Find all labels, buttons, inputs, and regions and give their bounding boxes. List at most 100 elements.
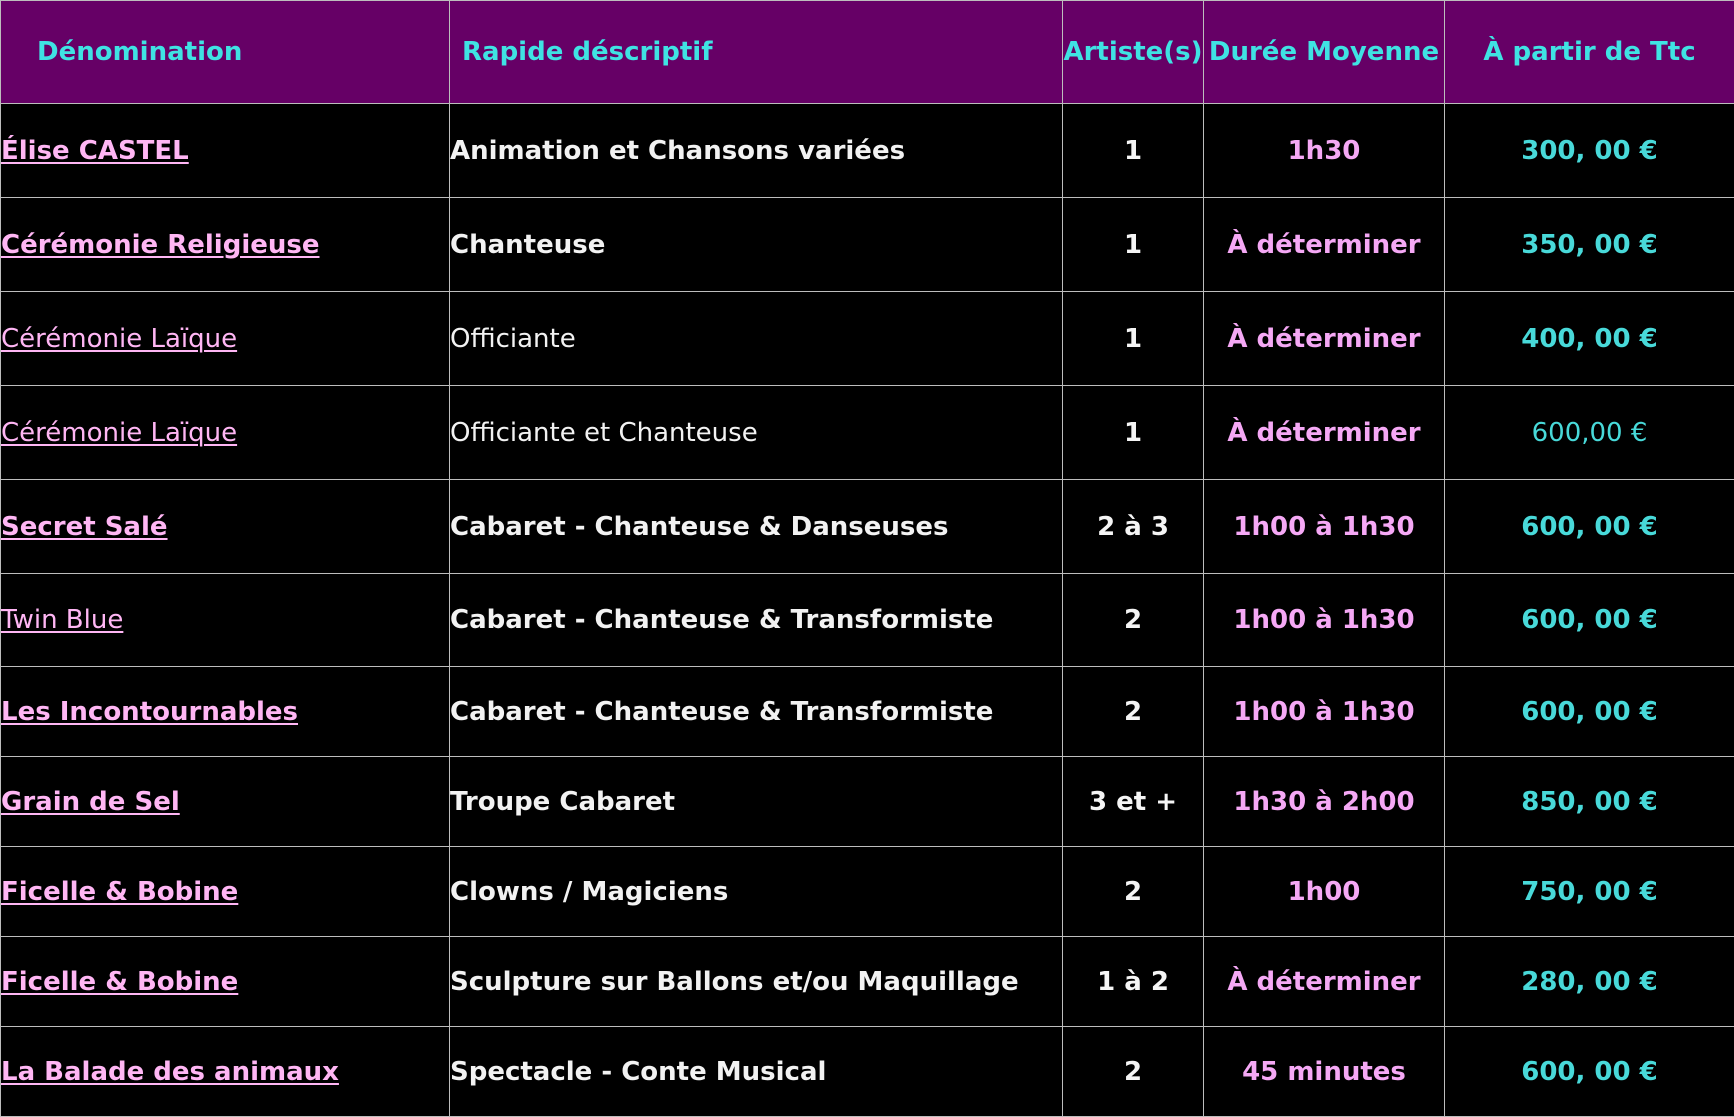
artists-cell: 2 bbox=[1063, 667, 1204, 757]
artists-count: 1 bbox=[1124, 324, 1142, 354]
name-cell: Cérémonie Laïque bbox=[1, 292, 450, 386]
service-name-link[interactable]: La Balade des animaux bbox=[1, 1057, 339, 1087]
column-header-name-label: Dénomination bbox=[1, 37, 449, 67]
price-value: 850, 00 € bbox=[1521, 787, 1658, 817]
column-header-duration-label: Durée Moyenne bbox=[1204, 37, 1444, 67]
column-header-duration: Durée Moyenne bbox=[1204, 1, 1445, 104]
duration-value: À déterminer bbox=[1227, 418, 1420, 448]
price-value: 600, 00 € bbox=[1521, 512, 1658, 542]
description-cell: Cabaret - Chanteuse & Danseuses bbox=[450, 480, 1063, 574]
duration-cell: 1h00 à 1h30 bbox=[1204, 667, 1445, 757]
table-row: Cérémonie Laïque Officiante 1 À détermin… bbox=[1, 292, 1734, 386]
service-name-link[interactable]: Grain de Sel bbox=[1, 787, 180, 817]
artists-count: 1 bbox=[1124, 418, 1142, 448]
description-cell: Animation et Chansons variées bbox=[450, 104, 1063, 198]
duration-cell: À déterminer bbox=[1204, 292, 1445, 386]
price-cell: 850, 00 € bbox=[1445, 757, 1734, 847]
table-row: Ficelle & Bobine Sculpture sur Ballons e… bbox=[1, 937, 1734, 1027]
artists-count: 1 bbox=[1124, 230, 1142, 260]
table-row: Cérémonie Laïque Officiante et Chanteuse… bbox=[1, 386, 1734, 480]
price-cell: 600,00 € bbox=[1445, 386, 1734, 480]
duration-cell: 1h00 bbox=[1204, 847, 1445, 937]
artists-cell: 1 bbox=[1063, 104, 1204, 198]
artists-cell: 2 bbox=[1063, 847, 1204, 937]
column-header-description: Rapide déscriptif bbox=[450, 1, 1063, 104]
table-row: Élise CASTEL Animation et Chansons varié… bbox=[1, 104, 1734, 198]
price-cell: 750, 00 € bbox=[1445, 847, 1734, 937]
artists-cell: 1 à 2 bbox=[1063, 937, 1204, 1027]
description-text: Cabaret - Chanteuse & Transformiste bbox=[450, 605, 993, 635]
price-value: 600,00 € bbox=[1532, 418, 1648, 448]
duration-cell: 1h00 à 1h30 bbox=[1204, 574, 1445, 667]
duration-cell: À déterminer bbox=[1204, 198, 1445, 292]
name-cell: Élise CASTEL bbox=[1, 104, 450, 198]
description-text: Officiante bbox=[450, 324, 576, 354]
price-cell: 280, 00 € bbox=[1445, 937, 1734, 1027]
artists-count: 2 bbox=[1124, 877, 1142, 907]
artists-count: 3 et + bbox=[1089, 787, 1177, 817]
description-text: Chanteuse bbox=[450, 230, 605, 260]
price-cell: 600, 00 € bbox=[1445, 1027, 1734, 1117]
service-name-link[interactable]: Ficelle & Bobine bbox=[1, 877, 238, 907]
table-row: La Balade des animaux Spectacle - Conte … bbox=[1, 1027, 1734, 1117]
duration-cell: À déterminer bbox=[1204, 386, 1445, 480]
description-text: Spectacle - Conte Musical bbox=[450, 1057, 826, 1087]
service-name-link[interactable]: Twin Blue bbox=[1, 605, 123, 635]
artists-count: 2 bbox=[1124, 605, 1142, 635]
artists-count: 2 bbox=[1124, 1057, 1142, 1087]
service-name-link[interactable]: Ficelle & Bobine bbox=[1, 967, 238, 997]
description-text: Officiante et Chanteuse bbox=[450, 418, 758, 448]
name-cell: Cérémonie Religieuse bbox=[1, 198, 450, 292]
description-cell: Sculpture sur Ballons et/ou Maquillage bbox=[450, 937, 1063, 1027]
duration-value: À déterminer bbox=[1227, 967, 1420, 997]
artists-cell: 1 bbox=[1063, 292, 1204, 386]
price-value: 600, 00 € bbox=[1521, 605, 1658, 635]
name-cell: Secret Salé bbox=[1, 480, 450, 574]
duration-cell: 1h00 à 1h30 bbox=[1204, 480, 1445, 574]
duration-value: À déterminer bbox=[1227, 230, 1420, 260]
price-cell: 600, 00 € bbox=[1445, 574, 1734, 667]
service-name-link[interactable]: Secret Salé bbox=[1, 512, 168, 542]
artists-cell: 1 bbox=[1063, 198, 1204, 292]
price-value: 750, 00 € bbox=[1521, 877, 1658, 907]
service-name-link[interactable]: Cérémonie Religieuse bbox=[1, 230, 320, 260]
duration-value: 1h00 bbox=[1288, 877, 1361, 907]
duration-cell: 45 minutes bbox=[1204, 1027, 1445, 1117]
description-text: Troupe Cabaret bbox=[450, 787, 675, 817]
artists-cell: 2 à 3 bbox=[1063, 480, 1204, 574]
description-cell: Cabaret - Chanteuse & Transformiste bbox=[450, 667, 1063, 757]
name-cell: Ficelle & Bobine bbox=[1, 847, 450, 937]
description-cell: Cabaret - Chanteuse & Transformiste bbox=[450, 574, 1063, 667]
price-cell: 400, 00 € bbox=[1445, 292, 1734, 386]
column-header-price-label: À partir de Ttc bbox=[1445, 37, 1734, 67]
duration-value: 1h00 à 1h30 bbox=[1233, 605, 1414, 635]
description-text: Cabaret - Chanteuse & Transformiste bbox=[450, 697, 993, 727]
service-name-link[interactable]: Les Incontournables bbox=[1, 697, 298, 727]
name-cell: Ficelle & Bobine bbox=[1, 937, 450, 1027]
duration-cell: À déterminer bbox=[1204, 937, 1445, 1027]
price-value: 600, 00 € bbox=[1521, 697, 1658, 727]
price-cell: 600, 00 € bbox=[1445, 480, 1734, 574]
table-row: Cérémonie Religieuse Chanteuse 1 À déter… bbox=[1, 198, 1734, 292]
artists-cell: 2 bbox=[1063, 574, 1204, 667]
name-cell: Grain de Sel bbox=[1, 757, 450, 847]
artists-count: 2 à 3 bbox=[1097, 512, 1169, 542]
service-name-link[interactable]: Élise CASTEL bbox=[1, 136, 189, 166]
service-name-link[interactable]: Cérémonie Laïque bbox=[1, 418, 237, 448]
price-value: 400, 00 € bbox=[1521, 324, 1658, 354]
service-name-link[interactable]: Cérémonie Laïque bbox=[1, 324, 237, 354]
description-cell: Spectacle - Conte Musical bbox=[450, 1027, 1063, 1117]
description-cell: Clowns / Magiciens bbox=[450, 847, 1063, 937]
table-row: Grain de Sel Troupe Cabaret 3 et + 1h30 … bbox=[1, 757, 1734, 847]
duration-value: 45 minutes bbox=[1242, 1057, 1406, 1087]
column-header-artists: Artiste(s) bbox=[1063, 1, 1204, 104]
artists-count: 2 bbox=[1124, 697, 1142, 727]
artists-count: 1 bbox=[1124, 136, 1142, 166]
price-cell: 300, 00 € bbox=[1445, 104, 1734, 198]
duration-value: À déterminer bbox=[1227, 324, 1420, 354]
column-header-artists-label: Artiste(s) bbox=[1063, 37, 1203, 67]
name-cell: Twin Blue bbox=[1, 574, 450, 667]
duration-value: 1h00 à 1h30 bbox=[1233, 512, 1414, 542]
duration-cell: 1h30 à 2h00 bbox=[1204, 757, 1445, 847]
name-cell: Les Incontournables bbox=[1, 667, 450, 757]
